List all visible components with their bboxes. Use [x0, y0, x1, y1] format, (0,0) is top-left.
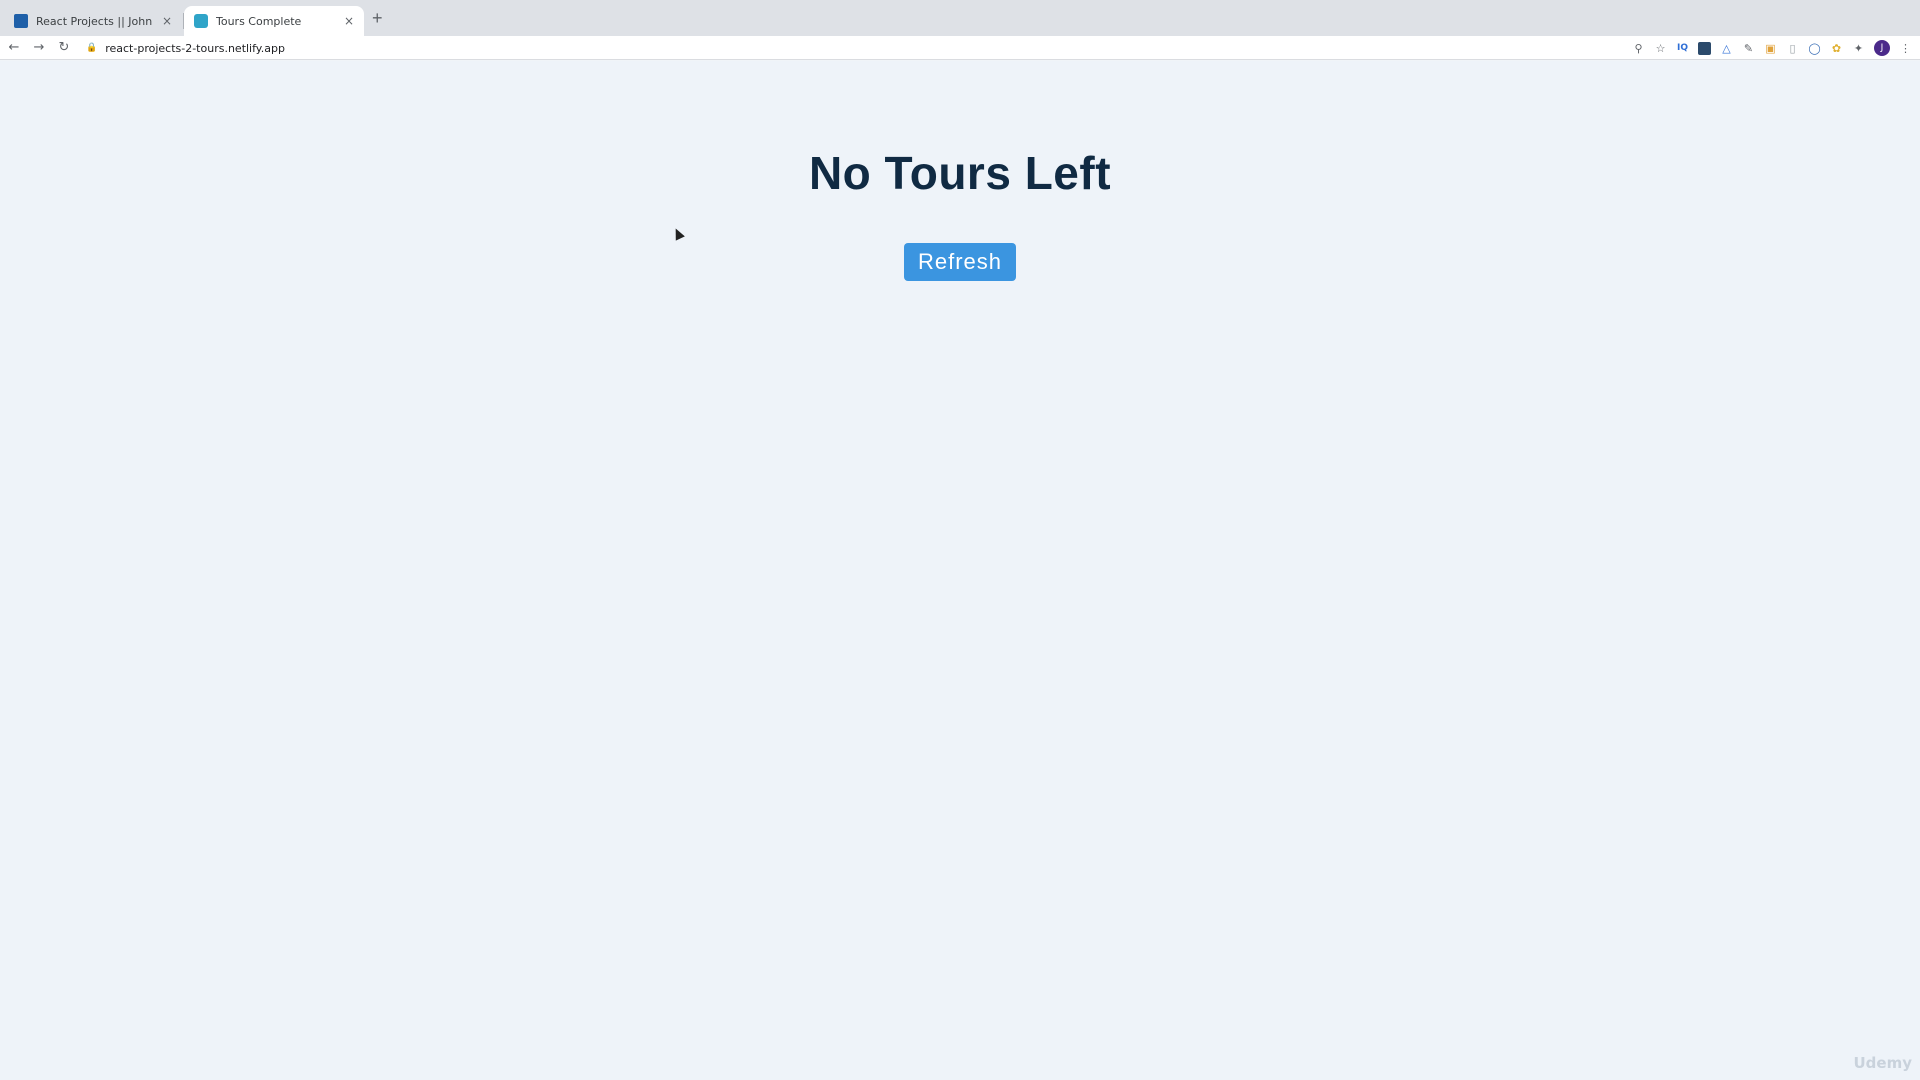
close-tab-icon[interactable]: × [162, 14, 172, 28]
extensions-area: ⚲ ☆ IQ △ ✎ ▣ ▯ ◯ ✿ ✦ J ⋮ [1632, 39, 1912, 57]
tab-strip: React Projects || John Smilga × Tours Co… [0, 0, 1920, 36]
zoom-icon[interactable]: ⚲ [1632, 42, 1645, 55]
ext-calendar-icon[interactable]: ▣ [1764, 42, 1777, 55]
tab-title: React Projects || John Smilga [36, 14, 156, 28]
page-title: No Tours Left [808, 147, 1112, 199]
tab-title: Tours Complete [216, 14, 302, 28]
ext-pen-icon[interactable]: ✎ [1742, 42, 1755, 55]
avatar-icon[interactable]: J [1874, 40, 1890, 56]
puzzle-icon[interactable]: ✦ [1852, 42, 1865, 55]
lock-icon: 🔒 [86, 43, 98, 53]
menu-icon[interactable]: ⋮ [1899, 42, 1912, 55]
forward-button[interactable]: → [28, 37, 50, 59]
ext-triangle-icon[interactable]: △ [1720, 42, 1733, 55]
close-tab-icon[interactable]: × [344, 14, 354, 28]
tab-react-projects[interactable]: React Projects || John Smilga × [4, 6, 182, 36]
new-tab-button[interactable]: + [372, 9, 383, 27]
tours-favicon-icon [194, 14, 208, 28]
back-button[interactable]: ← [3, 37, 25, 59]
mouse-cursor-icon [671, 226, 685, 241]
refresh-button[interactable]: Refresh [904, 243, 1016, 281]
ext-leaf-icon[interactable]: ✿ [1830, 42, 1843, 55]
ext-doc-icon[interactable]: ▯ [1786, 42, 1799, 55]
react-projects-favicon-icon [14, 14, 28, 28]
ext-square-icon[interactable] [1698, 41, 1711, 55]
ext-iq-icon[interactable]: IQ [1676, 42, 1689, 55]
page-content: No Tours Left Refresh Udemy [0, 61, 1920, 1080]
ext-circle-icon[interactable]: ◯ [1808, 42, 1821, 55]
tab-tours-complete[interactable]: Tours Complete × [184, 6, 364, 36]
star-icon[interactable]: ☆ [1654, 42, 1667, 55]
udemy-watermark: Udemy [1853, 1054, 1913, 1072]
reload-button[interactable]: ↻ [53, 37, 75, 59]
url-text: react-projects-2-tours.netlify.app [105, 41, 285, 55]
address-bar[interactable]: 🔒 react-projects-2-tours.netlify.app [86, 38, 1720, 58]
browser-toolbar: ← → ↻ 🔒 react-projects-2-tours.netlify.a… [0, 36, 1920, 60]
